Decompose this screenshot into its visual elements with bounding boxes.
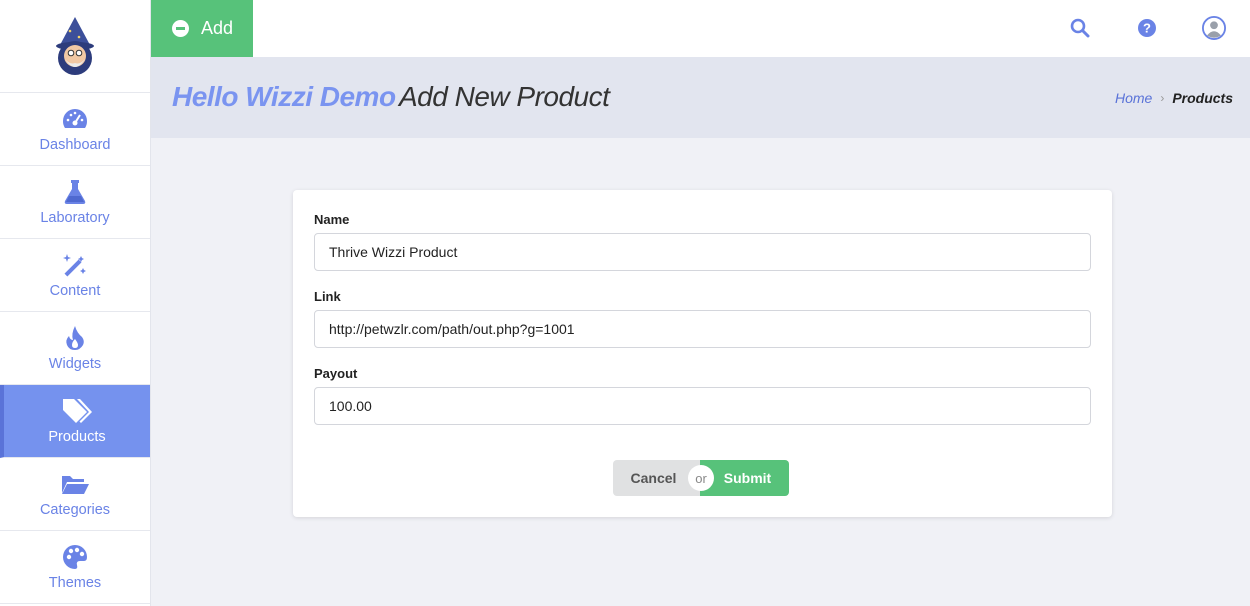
add-button-label: Add: [201, 18, 234, 38]
chevron-right-icon: ›: [1160, 91, 1165, 105]
sidebar-item-widgets[interactable]: Widgets: [0, 312, 150, 385]
page-title: Add New Product: [399, 81, 610, 112]
page-header: Hello Wizzi Demo Add New Product Home › …: [151, 57, 1250, 138]
name-input[interactable]: [314, 233, 1091, 271]
sidebar-item-content[interactable]: Content: [0, 239, 150, 312]
minus-circle-icon: [172, 20, 189, 37]
topbar: Add ?: [151, 0, 1250, 57]
sidebar-item-products[interactable]: Products: [0, 385, 150, 458]
payout-input[interactable]: [314, 387, 1091, 425]
sidebar-item-categories[interactable]: Categories: [0, 458, 150, 531]
product-form-card: Name Link Payout Cancel Submit or: [293, 190, 1112, 517]
sidebar-item-themes[interactable]: Themes: [0, 531, 150, 604]
breadcrumb-home-link[interactable]: Home: [1115, 90, 1152, 106]
search-icon[interactable]: [1068, 16, 1092, 40]
cancel-button[interactable]: Cancel: [613, 460, 700, 496]
palette-icon: [62, 543, 88, 571]
tags-icon: [61, 397, 93, 425]
sidebar: Dashboard Laboratory Content Widgets Pro…: [0, 0, 151, 606]
fire-icon: [64, 324, 86, 352]
sidebar-item-label: Widgets: [48, 356, 102, 372]
sidebar-item-label: Categories: [39, 502, 111, 518]
sidebar-item-label: Dashboard: [39, 137, 111, 153]
sidebar-item-dashboard[interactable]: Dashboard: [0, 93, 150, 166]
sidebar-item-label: Content: [49, 283, 101, 299]
flask-icon: [63, 178, 87, 206]
form-actions: Cancel Submit or: [613, 460, 789, 496]
wizard-logo-icon: [56, 17, 94, 75]
add-button[interactable]: Add: [151, 0, 253, 57]
name-label: Name: [314, 212, 350, 227]
sidebar-item-label: Products: [48, 429, 106, 445]
user-avatar-icon[interactable]: [1202, 16, 1226, 40]
logo[interactable]: [0, 0, 150, 93]
breadcrumb: Home › Products: [1115, 90, 1233, 106]
magic-wand-icon: [61, 251, 89, 279]
sidebar-item-label: Themes: [48, 575, 102, 591]
svg-text:?: ?: [1143, 21, 1151, 36]
folder-open-icon: [60, 470, 90, 498]
help-icon[interactable]: ?: [1135, 16, 1159, 40]
link-input[interactable]: [314, 310, 1091, 348]
greeting-title: Hello Wizzi Demo: [172, 81, 396, 112]
or-divider: or: [688, 465, 714, 491]
dashboard-gauge-icon: [61, 105, 89, 133]
sidebar-item-laboratory[interactable]: Laboratory: [0, 166, 150, 239]
link-label: Link: [314, 289, 341, 304]
sidebar-item-label: Laboratory: [40, 210, 110, 226]
breadcrumb-current: Products: [1172, 90, 1233, 106]
payout-label: Payout: [314, 366, 358, 381]
